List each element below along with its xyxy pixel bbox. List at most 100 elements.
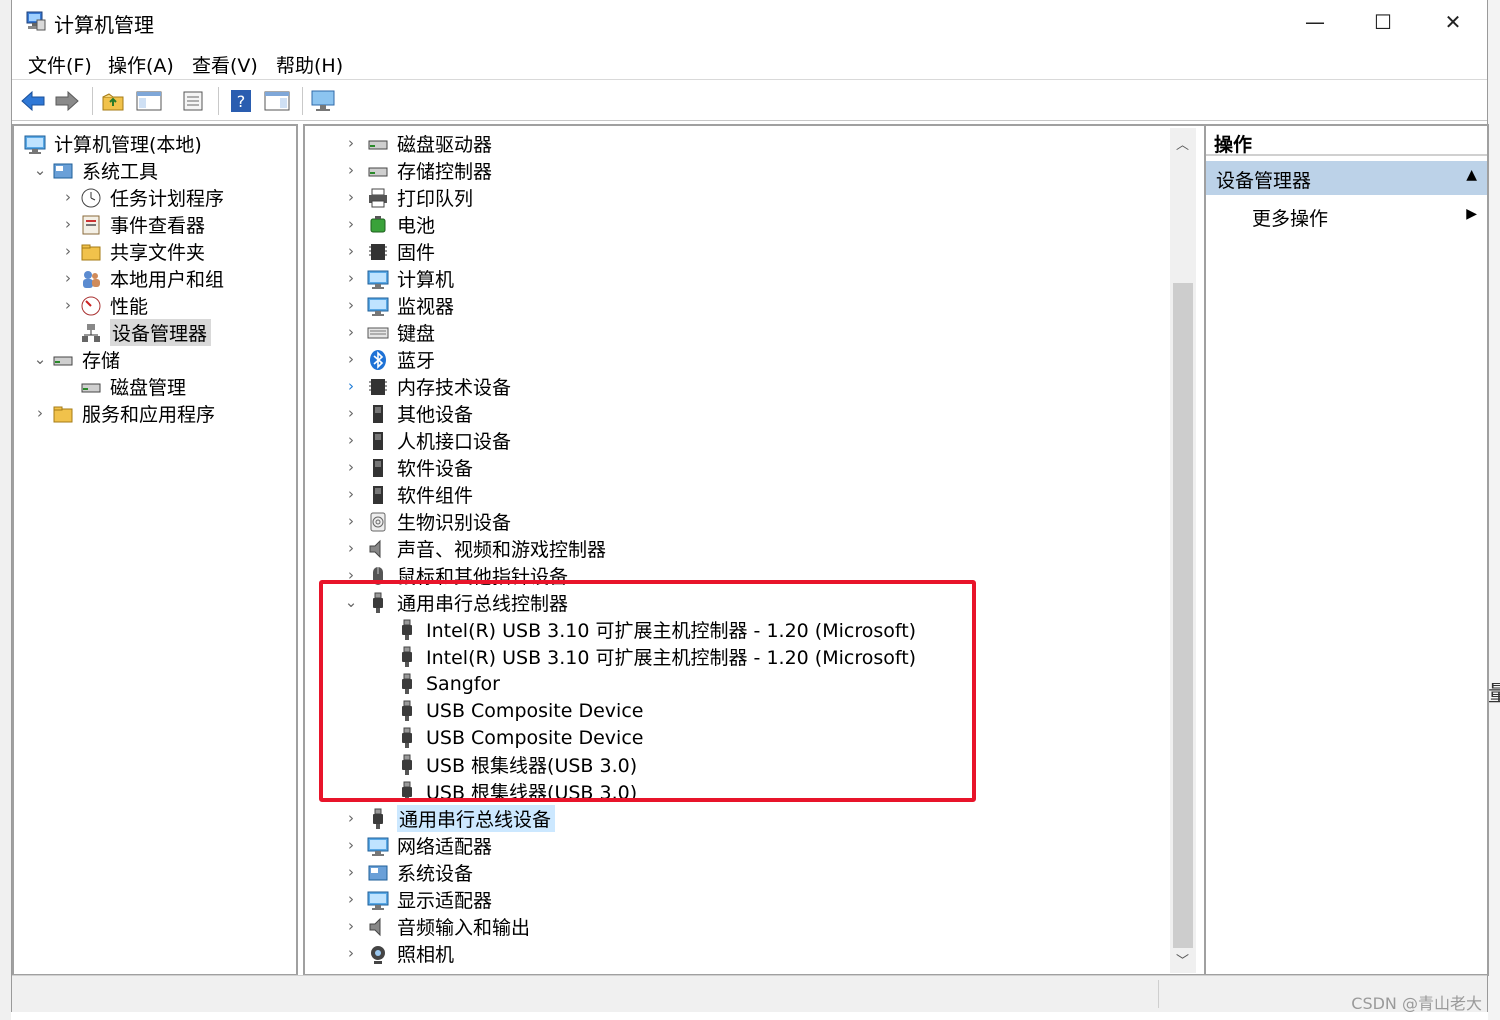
help-button[interactable]: ? xyxy=(226,86,256,116)
scroll-up-icon[interactable]: ︿ xyxy=(1176,134,1189,153)
maximize-button[interactable]: ☐ xyxy=(1360,4,1406,40)
properties-button[interactable] xyxy=(178,86,208,116)
chevron-right-icon[interactable]: › xyxy=(343,404,359,422)
device-item[interactable]: Intel(R) USB 3.10 可扩展主机控制器 - 1.20 (Micro… xyxy=(396,643,916,670)
chevron-right-icon[interactable]: › xyxy=(343,323,359,341)
scan-hardware-button[interactable] xyxy=(308,86,338,116)
device-category[interactable]: 网络适配器 xyxy=(367,832,492,859)
collapse-up-icon[interactable]: ▲ xyxy=(1466,167,1477,183)
nav-item[interactable]: 磁盘管理 xyxy=(80,373,186,400)
chevron-right-icon[interactable]: › xyxy=(343,836,359,854)
chevron-down-icon[interactable]: ⌄ xyxy=(32,350,48,368)
chevron-right-icon[interactable]: › xyxy=(343,215,359,233)
nav-item[interactable]: 性能 xyxy=(80,292,148,319)
nav-item[interactable]: 计算机管理(本地) xyxy=(24,130,202,157)
nav-item[interactable]: 事件查看器 xyxy=(80,211,205,238)
back-button[interactable] xyxy=(18,86,48,116)
nav-item[interactable]: 任务计划程序 xyxy=(80,184,224,211)
actions-group-device-manager[interactable]: 设备管理器 ▲ xyxy=(1206,161,1487,195)
chevron-right-icon[interactable]: › xyxy=(343,161,359,179)
menu-view[interactable]: 查看(V) xyxy=(192,51,258,78)
device-category[interactable]: 软件设备 xyxy=(367,454,473,481)
forward-button[interactable] xyxy=(52,86,82,116)
chevron-right-icon[interactable]: › xyxy=(343,188,359,206)
device-category[interactable]: 声音、视频和游戏控制器 xyxy=(367,535,606,562)
chevron-right-icon[interactable]: › xyxy=(343,539,359,557)
device-category[interactable]: 通用串行总线控制器 xyxy=(367,589,568,616)
device-item[interactable]: USB 根集线器(USB 3.0) xyxy=(396,751,637,778)
menu-file[interactable]: 文件(F) xyxy=(28,51,92,78)
device-category[interactable]: 监视器 xyxy=(367,292,454,319)
chevron-right-icon[interactable]: › xyxy=(343,350,359,368)
device-category[interactable]: 磁盘驱动器 xyxy=(367,130,492,157)
minimize-button[interactable]: — xyxy=(1292,4,1338,40)
navigation-tree-pane[interactable]: 计算机管理(本地) ⌄ 系统工具 › 任务计划程序 › 事件查看器 › 共享文件夹 › 本地用户和组… xyxy=(12,124,298,976)
nav-item[interactable]: 系统工具 xyxy=(52,157,158,184)
device-pane-scrollbar[interactable]: ︿ ﹀ xyxy=(1170,128,1196,973)
menu-action[interactable]: 操作(A) xyxy=(108,51,174,78)
nav-item[interactable]: 共享文件夹 xyxy=(80,238,205,265)
device-category[interactable]: 计算机 xyxy=(367,265,454,292)
device-item[interactable]: USB Composite Device xyxy=(396,697,643,724)
chevron-right-icon[interactable]: › xyxy=(343,485,359,503)
up-level-button[interactable] xyxy=(98,86,128,116)
chevron-right-icon[interactable]: › xyxy=(343,863,359,881)
chevron-down-icon[interactable]: ⌄ xyxy=(32,161,48,179)
device-category[interactable]: 存储控制器 xyxy=(367,157,492,184)
device-tree-pane[interactable]: › 磁盘驱动器 › 存储控制器 › 打印队列 › 电池 › 固件 › 计算机 › 监视器 › 键盘 › 蓝牙 › 内存… xyxy=(303,124,1209,976)
device-category[interactable]: 鼠标和其他指针设备 xyxy=(367,562,568,589)
chevron-right-icon[interactable]: › xyxy=(60,215,76,233)
device-category[interactable]: 内存技术设备 xyxy=(367,373,511,400)
device-item[interactable]: USB Composite Device xyxy=(396,724,643,751)
chevron-right-icon[interactable]: › xyxy=(343,269,359,287)
chevron-right-icon[interactable]: › xyxy=(343,377,359,395)
device-category[interactable]: 音频输入和输出 xyxy=(367,913,530,940)
nav-item[interactable]: 存储 xyxy=(52,346,120,373)
device-item[interactable]: USB 根集线器(USB 3.0) xyxy=(396,778,637,805)
chevron-right-icon[interactable]: › xyxy=(343,944,359,962)
chevron-right-icon[interactable]: › xyxy=(343,242,359,260)
device-category[interactable]: 电池 xyxy=(367,211,435,238)
menu-help[interactable]: 帮助(H) xyxy=(276,51,343,78)
device-item[interactable]: Sangfor xyxy=(396,670,500,697)
device-category[interactable]: 生物识别设备 xyxy=(367,508,511,535)
chevron-right-icon[interactable]: › xyxy=(343,917,359,935)
chevron-right-icon[interactable]: › xyxy=(60,296,76,314)
device-category[interactable]: 人机接口设备 xyxy=(367,427,511,454)
nav-item[interactable]: 本地用户和组 xyxy=(80,265,224,292)
chevron-right-icon[interactable]: › xyxy=(343,809,359,827)
close-button[interactable]: ✕ xyxy=(1430,4,1476,40)
nav-item[interactable]: 服务和应用程序 xyxy=(52,400,215,427)
device-category[interactable]: 键盘 xyxy=(367,319,435,346)
device-category[interactable]: 显示适配器 xyxy=(367,886,492,913)
chevron-right-icon[interactable]: › xyxy=(343,296,359,314)
chevron-down-icon[interactable]: ⌄ xyxy=(343,593,359,611)
chevron-right-icon[interactable]: › xyxy=(343,134,359,152)
show-action-pane-button[interactable] xyxy=(262,86,292,116)
chevron-right-icon[interactable]: › xyxy=(60,242,76,260)
show-hide-tree-button[interactable] xyxy=(134,86,164,116)
nav-item[interactable]: 设备管理器 xyxy=(80,319,212,346)
device-category[interactable]: 照相机 xyxy=(367,940,454,967)
device-category[interactable]: 打印队列 xyxy=(367,184,473,211)
chevron-right-icon[interactable]: › xyxy=(343,512,359,530)
chevron-right-icon[interactable]: › xyxy=(32,404,48,422)
title-bar[interactable]: 计算机管理 — ☐ ✕ xyxy=(12,0,1487,44)
device-item[interactable]: Intel(R) USB 3.10 可扩展主机控制器 - 1.20 (Micro… xyxy=(396,616,916,643)
chevron-right-icon[interactable]: › xyxy=(343,458,359,476)
more-actions-item[interactable]: 更多操作 xyxy=(1252,204,1328,231)
device-category[interactable]: 固件 xyxy=(367,238,435,265)
chevron-right-icon[interactable]: › xyxy=(60,188,76,206)
device-category[interactable]: 软件组件 xyxy=(367,481,473,508)
chevron-right-icon[interactable]: › xyxy=(343,566,359,584)
device-category[interactable]: 其他设备 xyxy=(367,400,473,427)
scrollbar-thumb[interactable] xyxy=(1173,283,1193,948)
device-category[interactable]: 系统设备 xyxy=(367,859,473,886)
device-category[interactable]: 通用串行总线设备 xyxy=(367,805,556,832)
chevron-right-icon[interactable]: › xyxy=(343,890,359,908)
chevron-right-icon[interactable]: › xyxy=(60,269,76,287)
device-category[interactable]: 蓝牙 xyxy=(367,346,435,373)
chevron-right-icon[interactable]: › xyxy=(343,431,359,449)
device-item-label: USB Composite Device xyxy=(426,699,644,722)
scroll-down-icon[interactable]: ﹀ xyxy=(1176,950,1189,969)
